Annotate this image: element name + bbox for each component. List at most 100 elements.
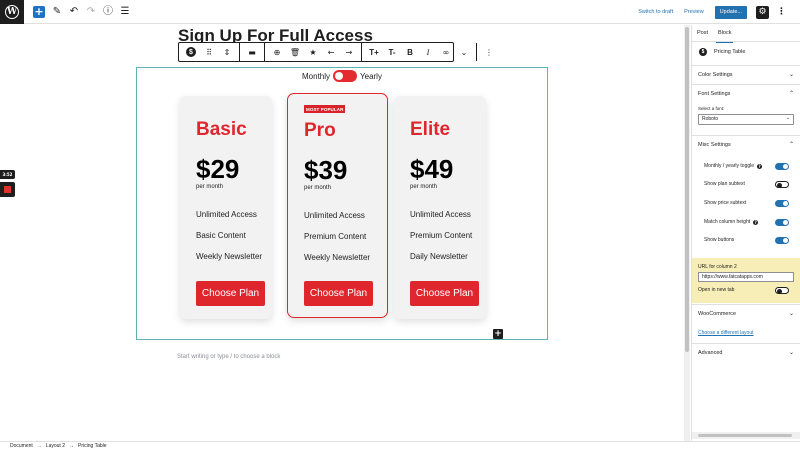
font-select[interactable]: Roboto ⌄ <box>698 114 794 125</box>
plan-feature: Premium Content <box>410 231 473 240</box>
stop-recording-button[interactable] <box>0 182 15 197</box>
toggle-row-price-subtext[interactable]: Show price subtext <box>704 198 789 208</box>
help-icon[interactable]: ? <box>753 219 759 225</box>
drag-handle-icon[interactable]: ⠿ <box>200 43 218 61</box>
choose-plan-button[interactable]: Choose Plan <box>304 281 373 306</box>
sidebar-scrollbar[interactable] <box>692 432 800 439</box>
breadcrumb-separator: → <box>68 443 74 449</box>
color-settings-panel[interactable]: Color Settings ⌄ <box>692 65 800 83</box>
gear-icon[interactable]: ⚙ <box>756 5 769 19</box>
plan-period: per month <box>410 184 438 190</box>
chevron-down-icon[interactable]: ⌄ <box>455 43 473 61</box>
add-circle-icon[interactable]: ⊕ <box>268 43 286 61</box>
tab-block[interactable]: Block <box>713 25 736 43</box>
chevron-down-icon: ⌄ <box>788 310 794 317</box>
block-toolbar-group-format: T+ T- B I ∞ ⌄ <box>362 43 477 61</box>
add-block-toggle-button[interactable]: + <box>33 5 45 18</box>
chevron-down-icon: ⌄ <box>785 115 790 121</box>
switch-to-draft-button[interactable]: Switch to draft <box>638 9 673 15</box>
more-options-icon[interactable]: ⋮ <box>480 43 498 61</box>
dollar-block-icon[interactable]: $ <box>182 43 200 61</box>
url-input[interactable]: https://www.fatcatapps.com <box>698 272 794 282</box>
plan-feature: Unlimited Access <box>196 210 257 219</box>
panel-title: Font Settings <box>698 90 731 97</box>
toggle-row-open-new-tab[interactable]: Open in new tab <box>698 285 789 295</box>
help-icon[interactable]: ? <box>757 163 763 169</box>
recording-timer: 3:52 <box>0 170 15 179</box>
star-icon[interactable]: ★ <box>304 43 322 61</box>
sidebar-tabs: Post Block <box>692 25 800 43</box>
stop-icon <box>4 186 11 193</box>
pricing-card-basic[interactable]: Basic $29 per month Unlimited Access Bas… <box>180 96 272 319</box>
choose-plan-button[interactable]: Choose Plan <box>196 281 265 306</box>
font-settings-panel[interactable]: Font Settings ⌃ <box>692 84 800 102</box>
breadcrumb-document[interactable]: Document <box>10 443 33 449</box>
woocommerce-panel[interactable]: WooCommerce ⌄ <box>692 304 800 322</box>
toggle-switch[interactable] <box>775 219 789 226</box>
panel-title: Misc Settings <box>698 141 731 148</box>
misc-settings-panel[interactable]: Misc Settings ⌃ <box>692 135 800 153</box>
default-block-placeholder[interactable]: Start writing or type / to choose a bloc… <box>177 354 280 360</box>
choose-plan-button[interactable]: Choose Plan <box>410 281 479 306</box>
link-icon[interactable]: ∞ <box>437 43 455 61</box>
plan-price: $29 <box>196 154 240 184</box>
sidebar-scrollbar-thumb[interactable] <box>698 434 792 437</box>
editor-scrollbar-thumb[interactable] <box>685 27 689 352</box>
update-button[interactable]: Update... <box>714 5 747 19</box>
list-view-icon[interactable]: ☰ <box>120 6 130 18</box>
chevron-up-icon: ⌃ <box>788 141 794 148</box>
toggle-switch[interactable] <box>775 287 789 294</box>
pencil-icon[interactable]: ✎ <box>52 6 62 18</box>
align-icon[interactable]: ▬ <box>243 43 261 61</box>
chevron-down-icon: ⌄ <box>788 71 794 78</box>
toggle-label: Show price subtext <box>704 200 747 206</box>
wordpress-logo-icon[interactable]: W <box>0 0 24 24</box>
billing-period-toggle[interactable] <box>333 70 358 82</box>
arrow-right-icon[interactable]: → <box>340 43 358 61</box>
toggle-row-show-buttons[interactable]: Show buttons <box>704 235 789 245</box>
plan-feature: Unlimited Access <box>410 210 471 219</box>
breadcrumb-separator: → <box>36 443 42 449</box>
toggle-switch[interactable] <box>775 163 789 170</box>
billing-toggle-row: Monthly Yearly <box>302 70 382 82</box>
tab-post[interactable]: Post <box>692 25 713 42</box>
font-size-down-icon[interactable]: T- <box>383 43 401 61</box>
inserter-plus-button[interactable]: + <box>493 329 503 339</box>
pricing-card-pro[interactable]: MOST POPULAR Pro $39 per month Unlimited… <box>287 93 388 318</box>
toggle-row-plan-subtext[interactable]: Show plan subtext <box>704 179 789 189</box>
preview-button[interactable]: Preview <box>684 9 704 15</box>
breadcrumb-pricing-table[interactable]: Pricing Table <box>78 443 107 449</box>
italic-icon[interactable]: I <box>419 43 437 61</box>
yearly-label: Yearly <box>360 71 382 81</box>
choose-layout-link[interactable]: Choose a different layout <box>698 330 754 336</box>
top-toolbar: W + ✎ ↶ ↷ ⓘ ☰ Switch to draft Preview Up… <box>0 0 800 24</box>
panel-title: WooCommerce <box>698 310 737 317</box>
plan-feature: Basic Content <box>196 231 246 240</box>
arrow-left-icon[interactable]: ← <box>322 43 340 61</box>
font-size-up-icon[interactable]: T+ <box>365 43 383 61</box>
settings-sidebar: Post Block $ Pricing Table Color Setting… <box>691 25 800 441</box>
toggle-switch[interactable] <box>775 181 789 188</box>
toggle-switch[interactable] <box>775 237 789 244</box>
advanced-panel[interactable]: Advanced ⌄ <box>692 343 800 361</box>
undo-icon[interactable]: ↶ <box>69 6 79 18</box>
editor-scrollbar[interactable] <box>684 25 690 441</box>
plan-name: Elite <box>410 119 451 140</box>
plan-feature: Daily Newsletter <box>410 252 468 261</box>
dollar-block-icon: $ <box>699 48 707 56</box>
toggle-label: Match column height <box>704 219 751 225</box>
pricing-card-elite[interactable]: Elite $49 per month Unlimited Access Pre… <box>394 96 486 319</box>
move-up-down-icon[interactable]: ⇕ <box>218 43 236 61</box>
redo-icon[interactable]: ↷ <box>86 6 96 18</box>
breadcrumb-layout[interactable]: Layout 2 <box>46 443 65 449</box>
info-icon[interactable]: ⓘ <box>103 6 113 18</box>
monthly-label: Monthly <box>302 71 331 81</box>
bold-icon[interactable]: B <box>401 43 419 61</box>
plan-period: per month <box>304 185 332 191</box>
toggle-row-monthly-yearly[interactable]: Monthly / yearly toggle ? <box>704 161 789 171</box>
toggle-switch[interactable] <box>775 200 789 207</box>
plan-feature: Unlimited Access <box>304 211 365 220</box>
trash-icon[interactable]: 🗑 <box>286 43 304 61</box>
more-vertical-icon[interactable]: ⋮ <box>777 7 786 17</box>
toggle-row-match-height[interactable]: Match column height ? <box>704 217 789 227</box>
